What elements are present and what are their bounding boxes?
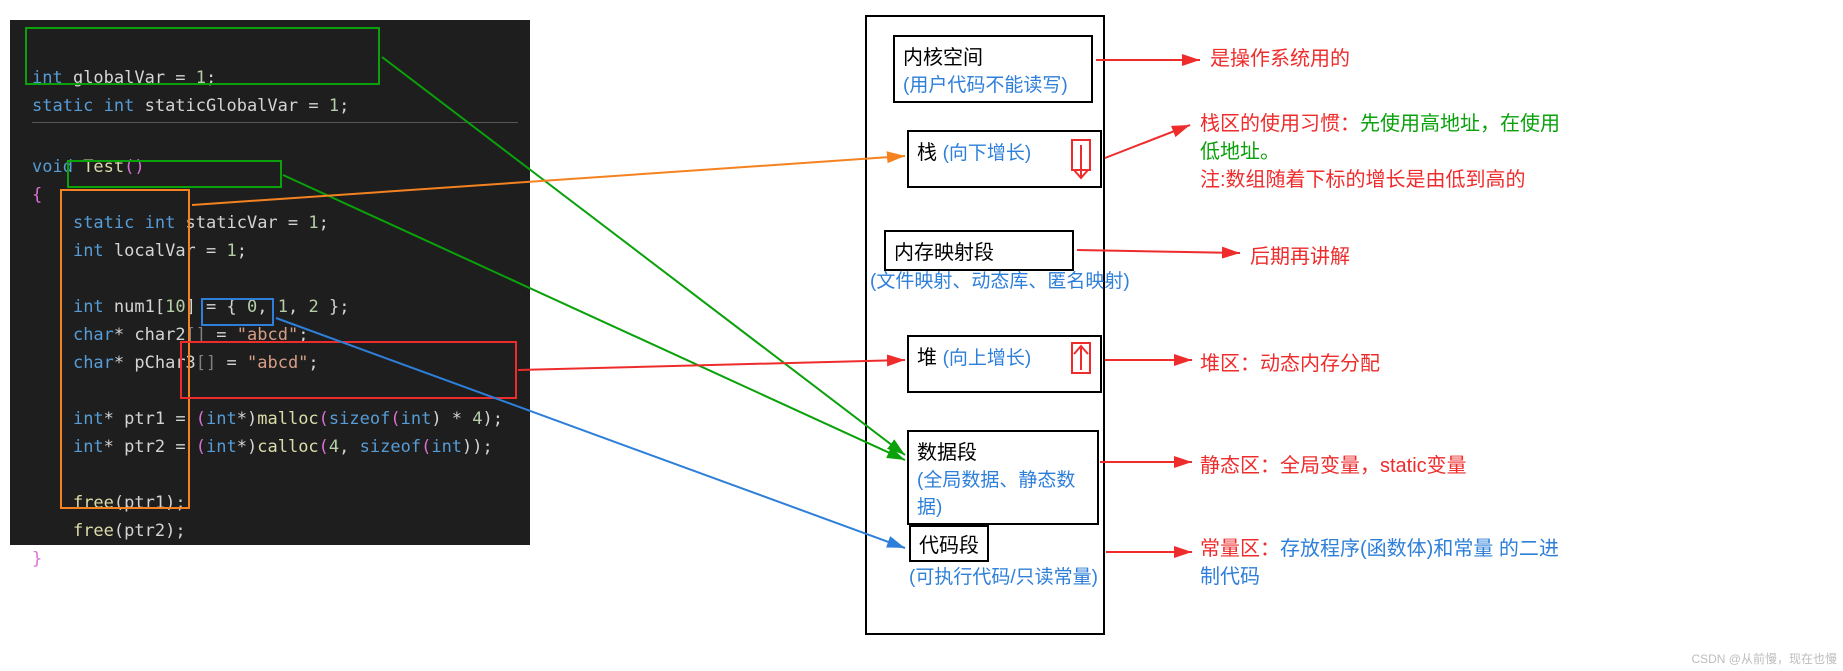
watermark: CSDN @从前慢，现在也慢 (1691, 650, 1837, 667)
anno-heap: 堆区：动态内存分配 (1200, 350, 1380, 378)
mem-code-title: 代码段 (919, 535, 979, 557)
mem-mmap-title: 内存映射段 (894, 242, 994, 264)
mem-heap-title: 堆 (917, 347, 937, 369)
mem-data-sub: (全局数据、静态数据) (917, 470, 1075, 518)
anno-kernel: 是操作系统用的 (1210, 45, 1350, 73)
mem-data: 数据段 (全局数据、静态数据) (907, 430, 1099, 525)
anno-stack: 栈区的使用习惯：先使用高地址，在使用低地址。 注:数组随着下标的增长是由低到高的 (1200, 110, 1570, 194)
anno-data: 静态区：全局变量，static变量 (1200, 452, 1467, 480)
anno-mmap: 后期再讲解 (1250, 243, 1350, 271)
mem-heap: 堆 (向上增长) (907, 335, 1102, 393)
mem-kernel: 内核空间 (用户代码不能读写) (893, 35, 1093, 103)
anno-code: 常量区：存放程序(函数体)和常量 的二进制代码 (1200, 535, 1570, 591)
arrow-stack-anno (1105, 125, 1190, 158)
mem-stack-sub: (向下增长) (943, 143, 1032, 164)
mem-stack-title: 栈 (917, 142, 937, 164)
mem-stack: 栈 (向下增长) (907, 130, 1102, 188)
mem-heap-sub: (向上增长) (943, 348, 1032, 369)
mem-kernel-title: 内核空间 (903, 47, 983, 69)
mem-mmap-inner: 内存映射段 (884, 230, 1074, 271)
mem-code-wrap: 代码段 (可执行代码/只读常量) (907, 525, 1098, 589)
mem-kernel-sub: (用户代码不能读写) (903, 75, 1068, 96)
kw: int (32, 68, 63, 88)
mem-data-title: 数据段 (917, 442, 977, 464)
arrow-malloc-to-heap (518, 360, 905, 370)
mem-code-sub: (可执行代码/只读常量) (909, 567, 1098, 588)
mem-mmap-sub: (文件映射、动态库、匿名映射) (870, 266, 1160, 293)
code-editor: int globalVar = 1; static int staticGlob… (10, 20, 530, 545)
